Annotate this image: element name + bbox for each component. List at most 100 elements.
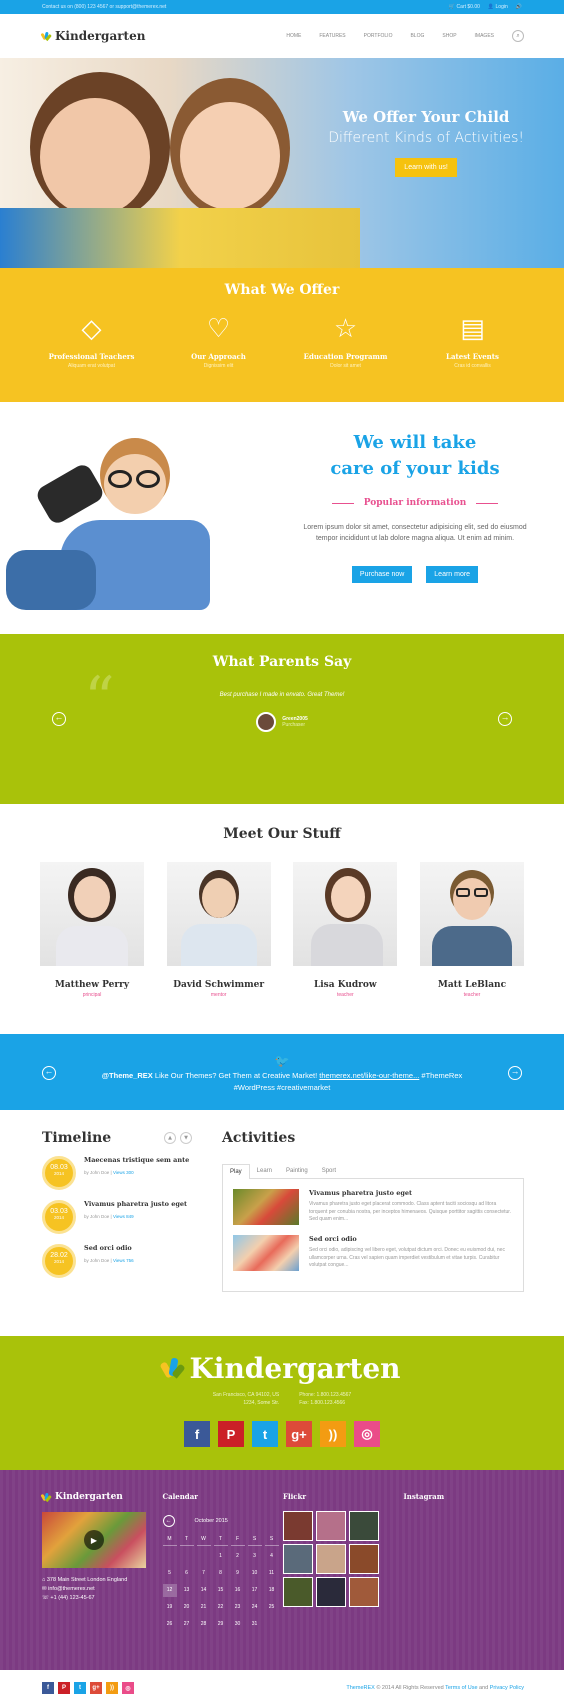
calendar-day[interactable]: 2: [231, 1550, 245, 1563]
offer-item[interactable]: ☆ Education Programm Dolor sit amet: [291, 314, 401, 369]
tab-painting[interactable]: Painting: [279, 1164, 315, 1179]
calendar-day[interactable]: 29: [214, 1618, 228, 1631]
calendar-prev-icon[interactable]: ←: [162, 1515, 175, 1527]
brand-link[interactable]: ThemeREX: [346, 1685, 374, 1691]
googleplus-icon[interactable]: g+: [90, 1682, 102, 1694]
calendar-day[interactable]: 20: [180, 1601, 194, 1614]
play-icon[interactable]: ▶: [84, 1530, 104, 1550]
calendar-day[interactable]: 1: [214, 1550, 228, 1563]
nav-home[interactable]: HOME: [286, 33, 301, 39]
flickr-photo[interactable]: [283, 1544, 313, 1574]
offer-item[interactable]: ▤ Latest Events Cras id convallis: [418, 314, 528, 369]
flickr-photo[interactable]: [283, 1577, 313, 1607]
tweet-link[interactable]: themerex.net/like-our-theme...: [319, 1071, 419, 1080]
facebook-icon[interactable]: f: [42, 1682, 54, 1694]
calendar-day[interactable]: 18: [265, 1584, 279, 1597]
timeline-item[interactable]: 28.02 2014 Sed orci odio by John Doe | Vi…: [42, 1244, 192, 1278]
pinterest-icon[interactable]: P: [218, 1421, 244, 1447]
prev-arrow-icon[interactable]: ←: [52, 712, 66, 726]
flickr-photo[interactable]: [283, 1511, 313, 1541]
prev-tweet-icon[interactable]: ←: [42, 1066, 56, 1080]
calendar-day[interactable]: 3: [248, 1550, 262, 1563]
tweet-handle[interactable]: @Theme_REX: [102, 1071, 153, 1080]
timeline-item[interactable]: 03.03 2014 Vivamus pharetra justo eget by…: [42, 1200, 192, 1234]
calendar-day[interactable]: 23: [231, 1601, 245, 1614]
nav-shop[interactable]: SHOP: [442, 33, 456, 39]
facebook-icon[interactable]: f: [184, 1421, 210, 1447]
rss-icon[interactable]: )): [320, 1421, 346, 1447]
dribbble-icon[interactable]: ◎: [122, 1682, 134, 1694]
footer-email[interactable]: info@themerex.net: [48, 1586, 95, 1592]
calendar-day[interactable]: 8: [214, 1567, 228, 1580]
calendar-day[interactable]: 22: [214, 1601, 228, 1614]
calendar-day[interactable]: 19: [163, 1601, 177, 1614]
calendar-day[interactable]: 9: [231, 1567, 245, 1580]
flickr-photo[interactable]: [349, 1577, 379, 1607]
flickr-photo[interactable]: [349, 1544, 379, 1574]
calendar-day[interactable]: 26: [163, 1618, 177, 1631]
calendar-day[interactable]: 15: [214, 1584, 228, 1597]
timeline-down-icon[interactable]: ▼: [180, 1132, 192, 1144]
calendar-day[interactable]: 14: [197, 1584, 211, 1597]
calendar-day[interactable]: 27: [180, 1618, 194, 1631]
login-link[interactable]: 👤 Login: [488, 4, 508, 10]
terms-link[interactable]: Terms of Use: [445, 1685, 477, 1691]
privacy-link[interactable]: Privacy Policy: [490, 1685, 524, 1691]
flickr-photo[interactable]: [316, 1511, 346, 1541]
calendar-day[interactable]: 25: [265, 1601, 279, 1614]
nav-images[interactable]: IMAGES: [475, 33, 494, 39]
staff-member[interactable]: David Schwimmer mentor: [166, 862, 271, 998]
calendar-day[interactable]: 28: [197, 1618, 211, 1631]
calendar-day[interactable]: 6: [180, 1567, 194, 1580]
activity-item[interactable]: Sed orci odio Sed orci odio, adipiscing …: [233, 1235, 513, 1271]
calendar-day[interactable]: 11: [265, 1567, 279, 1580]
footer-logo[interactable]: Kindergarten: [40, 1492, 163, 1503]
activity-item[interactable]: Vivamus pharetra justo eget Vivamus phar…: [233, 1189, 513, 1225]
next-arrow-icon[interactable]: →: [498, 712, 512, 726]
offer-item[interactable]: ♡ Our Approach Dignissim elit: [164, 314, 274, 369]
sound-icon[interactable]: 🔊: [516, 4, 522, 10]
offer-item[interactable]: ◇ Professional Teachers Aliquam erat vol…: [37, 314, 147, 369]
calendar-day[interactable]: 16: [231, 1584, 245, 1597]
tab-play[interactable]: Play: [222, 1164, 250, 1179]
tab-sport[interactable]: Sport: [315, 1164, 343, 1179]
calendar-day[interactable]: 31: [248, 1618, 262, 1631]
nav-blog[interactable]: BLOG: [410, 33, 424, 39]
calendar-day[interactable]: 24: [248, 1601, 262, 1614]
calendar-day[interactable]: 10: [248, 1567, 262, 1580]
nav-features[interactable]: FEATURES: [319, 33, 345, 39]
search-icon[interactable]: ⌕: [512, 30, 524, 42]
cart-link[interactable]: 🛒 Cart $0.00: [449, 4, 480, 10]
rss-icon[interactable]: )): [106, 1682, 118, 1694]
calendar-day[interactable]: 4: [265, 1550, 279, 1563]
footer-big-logo[interactable]: Kindergarten: [0, 1352, 564, 1385]
timeline-item[interactable]: 08.03 2014 Maecenas tristique sem ante by…: [42, 1156, 192, 1190]
calendar-day[interactable]: 21: [197, 1601, 211, 1614]
learn-with-us-button[interactable]: Learn with us!: [395, 158, 457, 177]
twitter-icon[interactable]: t: [252, 1421, 278, 1447]
staff-member[interactable]: Lisa Kudrow teacher: [293, 862, 398, 998]
calendar-day[interactable]: 17: [248, 1584, 262, 1597]
flickr-photo[interactable]: [316, 1544, 346, 1574]
twitter-icon[interactable]: t: [74, 1682, 86, 1694]
flickr-photo[interactable]: [316, 1577, 346, 1607]
staff-member[interactable]: Matthew Perry principal: [40, 862, 144, 998]
calendar-day[interactable]: 5: [163, 1567, 177, 1580]
calendar-day[interactable]: 7: [197, 1567, 211, 1580]
purchase-now-button[interactable]: Purchase now: [351, 566, 413, 583]
calendar-day[interactable]: 30: [231, 1618, 245, 1631]
pinterest-icon[interactable]: P: [58, 1682, 70, 1694]
dribbble-icon[interactable]: ◎: [354, 1421, 380, 1447]
calendar-day[interactable]: 12: [162, 1584, 177, 1597]
calendar-day[interactable]: 13: [180, 1584, 194, 1597]
site-logo[interactable]: Kindergarten: [40, 29, 145, 43]
nav-portfolio[interactable]: PORTFOLIO: [364, 33, 393, 39]
timeline-up-icon[interactable]: ▲: [164, 1132, 176, 1144]
next-tweet-icon[interactable]: →: [508, 1066, 522, 1080]
staff-member[interactable]: Matt LeBlanc teacher: [419, 862, 524, 998]
googleplus-icon[interactable]: g+: [286, 1421, 312, 1447]
flickr-photo[interactable]: [349, 1511, 379, 1541]
tab-learn[interactable]: Learn: [250, 1164, 279, 1179]
learn-more-button[interactable]: Learn more: [426, 566, 479, 583]
video-thumbnail[interactable]: ▶: [42, 1512, 146, 1568]
